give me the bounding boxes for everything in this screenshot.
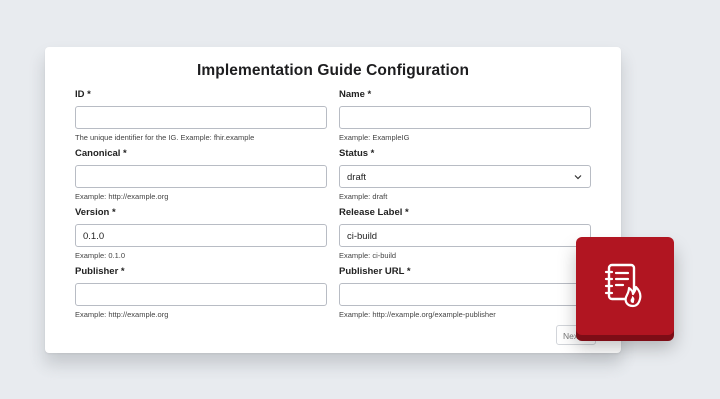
page-title: Implementation Guide Configuration xyxy=(196,62,470,79)
id-label: ID * xyxy=(75,89,91,100)
version-label: Version * xyxy=(75,207,116,218)
field-canonical: Canonical * Example: http://example.org xyxy=(75,148,327,202)
field-status: Status * draft Example: draft xyxy=(339,148,591,202)
status-value: draft xyxy=(347,172,367,183)
release-label-label: Release Label * xyxy=(339,207,409,218)
canonical-hint: Example: http://example.org xyxy=(75,192,169,201)
id-input[interactable] xyxy=(75,106,327,129)
ig-config-form: Implementation Guide Configuration ID * … xyxy=(45,47,621,353)
release-label-hint: Example: ci-build xyxy=(339,251,397,260)
field-name: Name * Example: ExampleIG xyxy=(339,89,591,143)
publisher-url-label: Publisher URL * xyxy=(339,266,411,277)
version-input[interactable]: 0.1.0 xyxy=(75,224,327,247)
publisher-input[interactable] xyxy=(75,283,327,306)
field-id: ID * The unique identifier for the IG. E… xyxy=(75,89,327,143)
publisher-url-input[interactable] xyxy=(339,283,591,306)
field-publisher-url: Publisher URL * Example: http://example.… xyxy=(339,266,591,320)
app-badge xyxy=(576,237,674,335)
field-release-label: Release Label * ci-build Example: ci-bui… xyxy=(339,207,591,261)
canonical-label: Canonical * xyxy=(75,148,127,159)
name-hint: Example: ExampleIG xyxy=(339,133,410,142)
name-label: Name * xyxy=(339,89,372,100)
publisher-url-hint: Example: http://example.org/example-publ… xyxy=(339,310,496,319)
field-publisher: Publisher * Example: http://example.org xyxy=(75,266,327,320)
status-hint: Example: draft xyxy=(339,192,388,201)
status-select[interactable]: draft xyxy=(339,165,591,188)
id-hint: The unique identifier for the IG. Exampl… xyxy=(75,133,255,142)
notebook-flame-icon xyxy=(604,263,642,308)
version-hint: Example: 0.1.0 xyxy=(75,251,126,260)
publisher-hint: Example: http://example.org xyxy=(75,310,169,319)
name-input[interactable] xyxy=(339,106,591,129)
publisher-label: Publisher * xyxy=(75,266,125,277)
release-label-input[interactable]: ci-build xyxy=(339,224,591,247)
field-version: Version * 0.1.0 Example: 0.1.0 xyxy=(75,207,327,261)
chevron-down-icon xyxy=(574,166,582,189)
canonical-input[interactable] xyxy=(75,165,327,188)
status-label: Status * xyxy=(339,148,375,159)
